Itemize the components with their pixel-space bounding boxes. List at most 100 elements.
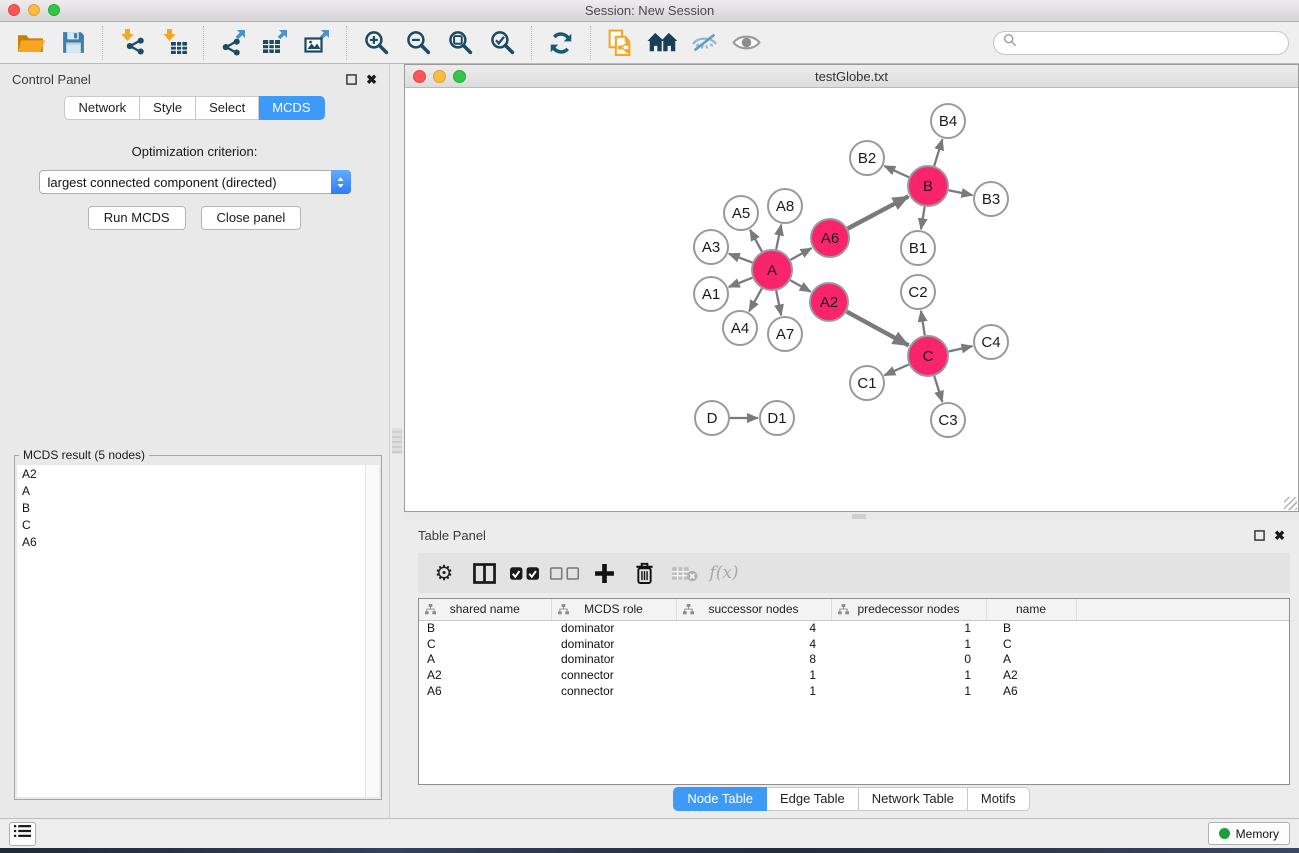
graph-edge[interactable] bbox=[884, 166, 909, 177]
column-header-mcds-role[interactable]: MCDS role bbox=[551, 599, 676, 620]
graph-edge[interactable] bbox=[750, 230, 762, 252]
graph-edge[interactable] bbox=[790, 248, 811, 260]
graph-edge[interactable] bbox=[729, 254, 753, 263]
graph-node[interactable]: C bbox=[908, 336, 948, 376]
mcds-result-item[interactable]: A bbox=[17, 482, 379, 499]
zoom-in-icon[interactable] bbox=[359, 27, 393, 59]
hide-eye-icon[interactable] bbox=[687, 27, 721, 59]
graph-node[interactable]: A8 bbox=[768, 189, 802, 223]
tab-mcds[interactable]: MCDS bbox=[259, 96, 324, 120]
memory-button[interactable]: Memory bbox=[1208, 822, 1290, 845]
graph-node[interactable]: A6 bbox=[811, 219, 849, 257]
graph-edge[interactable] bbox=[729, 278, 753, 287]
tab-style[interactable]: Style bbox=[140, 96, 196, 120]
graph-edge[interactable] bbox=[749, 288, 762, 311]
network-zoom-button[interactable] bbox=[453, 70, 466, 83]
graph-node[interactable]: D bbox=[695, 401, 729, 435]
graph-edge[interactable] bbox=[921, 207, 925, 230]
refresh-icon[interactable] bbox=[544, 27, 578, 59]
close-table-panel-icon[interactable]: ✖ bbox=[1274, 529, 1285, 542]
graph-node[interactable]: B2 bbox=[850, 141, 884, 175]
graph-node[interactable]: B1 bbox=[901, 231, 935, 265]
select-all-icon[interactable] bbox=[504, 556, 544, 590]
search-box[interactable] bbox=[993, 31, 1289, 55]
export-table-icon[interactable] bbox=[258, 27, 292, 59]
column-header-name[interactable]: name bbox=[986, 599, 1076, 620]
delete-icon[interactable] bbox=[624, 556, 664, 590]
graph-edge[interactable] bbox=[847, 312, 909, 346]
graph-edge[interactable] bbox=[790, 280, 810, 291]
node-table-container[interactable]: shared nameMCDS rolesuccessor nodesprede… bbox=[418, 598, 1290, 785]
graph-node[interactable]: A3 bbox=[694, 230, 728, 264]
add-icon[interactable] bbox=[584, 556, 624, 590]
graph-node[interactable]: A4 bbox=[723, 311, 757, 345]
graph-node[interactable]: C1 bbox=[850, 366, 884, 400]
mcds-result-item[interactable]: C bbox=[17, 516, 379, 533]
table-row[interactable]: Adominator80A bbox=[419, 652, 1289, 668]
graph-node[interactable]: B3 bbox=[974, 182, 1008, 216]
graph-node[interactable]: A2 bbox=[810, 283, 848, 321]
graph-node[interactable]: D1 bbox=[760, 401, 794, 435]
zoom-fit-icon[interactable] bbox=[443, 27, 477, 59]
horizontal-splitter[interactable] bbox=[404, 512, 1299, 520]
tab-edge-table[interactable]: Edge Table bbox=[767, 787, 859, 811]
graph-edge[interactable] bbox=[948, 346, 972, 351]
tab-node-table[interactable]: Node Table bbox=[673, 787, 767, 811]
graph-node[interactable]: C3 bbox=[931, 403, 965, 437]
export-image-icon[interactable] bbox=[300, 27, 334, 59]
graph-node[interactable]: C4 bbox=[974, 325, 1008, 359]
resize-grip[interactable] bbox=[1284, 497, 1297, 510]
network-close-button[interactable] bbox=[413, 70, 426, 83]
criterion-dropdown[interactable]: largest connected component (directed) bbox=[39, 170, 351, 194]
home-icon[interactable] bbox=[645, 27, 679, 59]
minimize-window-button[interactable] bbox=[28, 4, 40, 16]
import-network-icon[interactable] bbox=[115, 27, 149, 59]
network-minimize-button[interactable] bbox=[433, 70, 446, 83]
graph-edge[interactable] bbox=[934, 376, 942, 402]
table-row[interactable]: A6connector11A6 bbox=[419, 683, 1289, 699]
graph-node[interactable]: C2 bbox=[901, 275, 935, 309]
table-row[interactable]: Cdominator41C bbox=[419, 636, 1289, 652]
mcds-result-item[interactable]: A6 bbox=[17, 533, 379, 550]
graph-edge[interactable] bbox=[934, 139, 942, 166]
graph-edge[interactable] bbox=[921, 311, 925, 335]
splitter-handle[interactable] bbox=[852, 514, 866, 519]
float-panel-icon[interactable] bbox=[346, 74, 357, 85]
export-network-icon[interactable] bbox=[216, 27, 250, 59]
task-history-button[interactable] bbox=[9, 822, 36, 846]
column-header-successor-nodes[interactable]: successor nodes bbox=[676, 599, 831, 620]
show-eye-icon[interactable] bbox=[729, 27, 763, 59]
graph-edge[interactable] bbox=[949, 190, 973, 195]
deselect-all-icon[interactable] bbox=[544, 556, 584, 590]
mcds-result-item[interactable]: A2 bbox=[17, 465, 379, 482]
gear-icon[interactable]: ⚙ bbox=[424, 556, 464, 590]
clone-network-icon[interactable] bbox=[603, 27, 637, 59]
float-table-panel-icon[interactable] bbox=[1254, 530, 1265, 541]
table-row[interactable]: Bdominator41B bbox=[419, 620, 1289, 636]
graph-edge[interactable] bbox=[776, 225, 781, 250]
graph-edge[interactable] bbox=[848, 196, 909, 228]
graph-edge[interactable] bbox=[776, 291, 781, 316]
close-panel-icon[interactable]: ✖ bbox=[366, 73, 377, 86]
graph-node[interactable]: B bbox=[908, 166, 948, 206]
zoom-out-icon[interactable] bbox=[401, 27, 435, 59]
tab-network-table[interactable]: Network Table bbox=[859, 787, 968, 811]
open-folder-icon[interactable] bbox=[14, 27, 48, 59]
column-header-shared-name[interactable]: shared name bbox=[419, 599, 551, 620]
mcds-scrollbar[interactable] bbox=[365, 465, 379, 797]
close-panel-button[interactable]: Close panel bbox=[201, 206, 302, 230]
graph-node[interactable]: A7 bbox=[768, 317, 802, 351]
tab-network[interactable]: Network bbox=[64, 96, 140, 120]
tab-select[interactable]: Select bbox=[196, 96, 259, 120]
network-canvas[interactable]: B4B2BB3A8A5A6A3B1AC2A1A2A4A7C4CC1C3DD1 bbox=[405, 88, 1298, 511]
table-row[interactable]: A2connector11A2 bbox=[419, 667, 1289, 683]
import-table-icon[interactable] bbox=[157, 27, 191, 59]
zoom-selected-icon[interactable] bbox=[485, 27, 519, 59]
tab-motifs[interactable]: Motifs bbox=[968, 787, 1030, 811]
graph-node[interactable]: A1 bbox=[694, 277, 728, 311]
vertical-splitter-handle[interactable] bbox=[392, 428, 402, 454]
graph-node[interactable]: B4 bbox=[931, 104, 965, 138]
mcds-result-list[interactable]: A2ABCA6 bbox=[17, 465, 379, 797]
columns-icon[interactable] bbox=[464, 556, 504, 590]
close-window-button[interactable] bbox=[8, 4, 20, 16]
